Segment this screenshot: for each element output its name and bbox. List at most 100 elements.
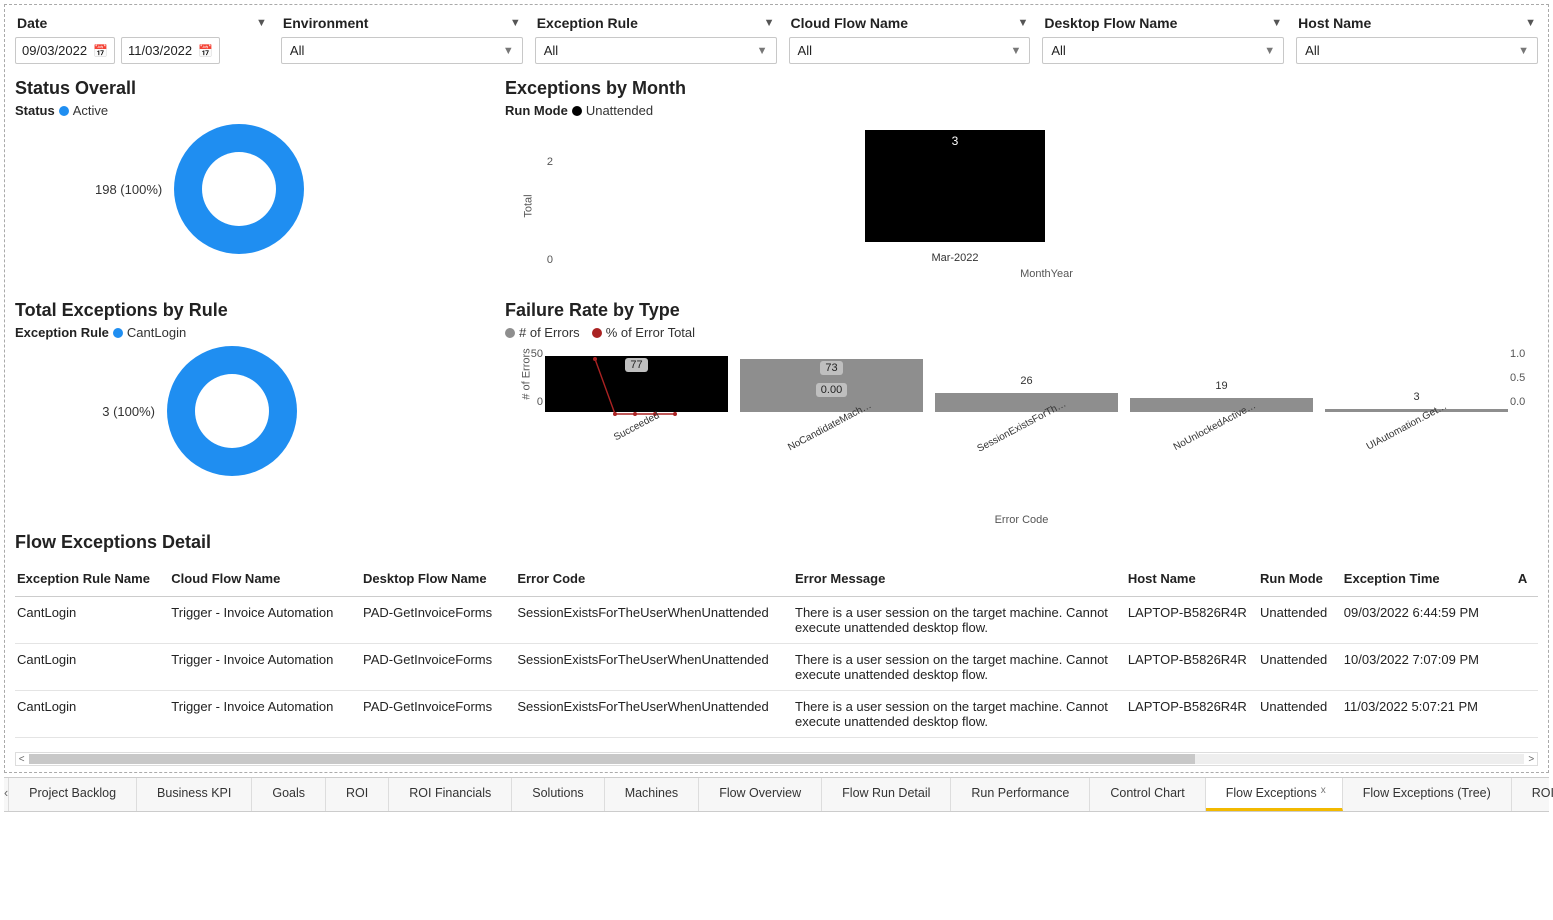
scroll-right-icon[interactable]: > xyxy=(1526,754,1537,765)
tab-roi-financials[interactable]: ROI Financials xyxy=(389,778,512,811)
tab-run-performance[interactable]: Run Performance xyxy=(951,778,1090,811)
month-bar-value: 3 xyxy=(952,134,959,148)
exceptions-by-month-chart[interactable]: Total 2 0 3 Mar-2022 MonthYear xyxy=(535,126,1538,286)
total-exceptions-chart[interactable]: 3 (100%) xyxy=(15,346,495,476)
filter-desktop-flow: Desktop Flow Name ▼ All ▼ xyxy=(1042,11,1284,64)
filter-desktop-flow-header[interactable]: Desktop Flow Name ▼ xyxy=(1042,11,1284,37)
col-run-mode[interactable]: Run Mode xyxy=(1258,563,1342,597)
table-row[interactable]: CantLoginTrigger - Invoice AutomationPAD… xyxy=(15,597,1538,644)
desktop-flow-dropdown[interactable]: All ▼ xyxy=(1042,37,1284,64)
scroll-left-icon[interactable]: < xyxy=(16,754,27,765)
chevron-down-icon: ▼ xyxy=(764,17,775,29)
bar-value: 19 xyxy=(1215,380,1227,392)
tab-flow-exceptions[interactable]: Flow Exceptionsx xyxy=(1206,778,1343,811)
failure-bar[interactable]: 3 xyxy=(1325,409,1508,412)
legend-value: Active xyxy=(73,103,108,118)
month-bar-cat: Mar-2022 xyxy=(865,252,1045,264)
y-left-ticks: 50 0 xyxy=(519,348,543,408)
date-end-input[interactable]: 11/03/2022 📅 xyxy=(121,37,220,64)
col-error-message[interactable]: Error Message xyxy=(793,563,1126,597)
calendar-icon: 📅 xyxy=(198,44,213,58)
donut-icon xyxy=(167,346,297,476)
detail-table[interactable]: Exception Rule Name Cloud Flow Name Desk… xyxy=(15,563,1538,766)
table-row[interactable]: CantLoginTrigger - Invoice AutomationPAD… xyxy=(15,644,1538,691)
filter-exception-rule-header[interactable]: Exception Rule ▼ xyxy=(535,11,777,37)
status-overall-chart[interactable]: 198 (100%) xyxy=(15,124,495,254)
tab-flow-run-detail[interactable]: Flow Run Detail xyxy=(822,778,951,811)
failure-rate-chart[interactable]: # of Errors 50 0 1.0 0.5 0.0 77730.00261… xyxy=(505,348,1538,518)
date-start-value: 09/03/2022 xyxy=(22,43,87,58)
tab-project-backlog[interactable]: Project Backlog xyxy=(9,778,137,811)
filter-cloud-flow-header[interactable]: Cloud Flow Name ▼ xyxy=(789,11,1031,37)
y-tick: 0 xyxy=(535,254,553,266)
chevron-down-icon: ▼ xyxy=(256,17,267,29)
tab-solutions[interactable]: Solutions xyxy=(512,778,604,811)
failure-rate-title: Failure Rate by Type xyxy=(505,300,1538,321)
col-desktop-flow[interactable]: Desktop Flow Name xyxy=(361,563,515,597)
desktop-flow-value: All xyxy=(1051,43,1065,58)
month-bar[interactable]: 3 xyxy=(865,130,1045,242)
filter-environment-header[interactable]: Environment ▼ xyxy=(281,11,523,37)
scrollbar-track[interactable] xyxy=(29,754,1523,764)
total-exceptions-title: Total Exceptions by Rule xyxy=(15,300,495,321)
cell-desk: PAD-GetInvoiceForms xyxy=(361,644,515,691)
y-tick: 0 xyxy=(519,396,543,408)
filter-date-header[interactable]: Date ▼ xyxy=(15,11,269,37)
chevron-down-icon: ▼ xyxy=(1264,45,1275,57)
legend2: % of Error Total xyxy=(606,325,695,340)
x-axis-title: Error Code xyxy=(505,514,1538,526)
tab-flow-overview[interactable]: Flow Overview xyxy=(699,778,822,811)
y-tick: 2 xyxy=(535,156,553,168)
environment-dropdown[interactable]: All ▼ xyxy=(281,37,523,64)
filter-date-label: Date xyxy=(17,15,47,31)
col-a[interactable]: A xyxy=(1516,563,1538,597)
y-ticks: 2 0 xyxy=(535,126,553,266)
cell-a xyxy=(1516,597,1538,644)
date-start-input[interactable]: 09/03/2022 📅 xyxy=(15,37,115,64)
close-icon[interactable]: x xyxy=(1321,785,1326,796)
horizontal-scrollbar[interactable]: < > xyxy=(15,752,1538,766)
filter-host-name-header[interactable]: Host Name ▼ xyxy=(1296,11,1538,37)
col-cloud-flow[interactable]: Cloud Flow Name xyxy=(169,563,361,597)
cell-desk: PAD-GetInvoiceForms xyxy=(361,597,515,644)
cloud-flow-value: All xyxy=(798,43,812,58)
filter-environment-label: Environment xyxy=(283,15,369,31)
col-host-name[interactable]: Host Name xyxy=(1126,563,1258,597)
chevron-down-icon: ▼ xyxy=(1271,17,1282,29)
cloud-flow-dropdown[interactable]: All ▼ xyxy=(789,37,1031,64)
y-axis-label: Total xyxy=(523,194,535,217)
total-exceptions-label: 3 (100%) xyxy=(95,404,155,419)
host-name-dropdown[interactable]: All ▼ xyxy=(1296,37,1538,64)
chevron-down-icon: ▼ xyxy=(503,45,514,57)
col-error-code[interactable]: Error Code xyxy=(515,563,793,597)
failure-bar[interactable]: 19 xyxy=(1130,398,1313,412)
scrollbar-thumb[interactable] xyxy=(29,754,1194,764)
filter-cloud-flow-label: Cloud Flow Name xyxy=(791,15,908,31)
bar-value: 73 xyxy=(820,361,842,375)
tab-roi[interactable]: ROI xyxy=(326,778,389,811)
chevron-down-icon: ▼ xyxy=(1010,45,1021,57)
bar-sub-value: 0.00 xyxy=(816,383,847,397)
failure-bar[interactable]: 77 xyxy=(545,356,728,412)
table-row[interactable]: CantLoginTrigger - Invoice AutomationPAD… xyxy=(15,691,1538,738)
legend-value: Unattended xyxy=(586,103,653,118)
col-exception-time[interactable]: Exception Time xyxy=(1342,563,1516,597)
tab-control-chart[interactable]: Control Chart xyxy=(1090,778,1205,811)
tab-machines[interactable]: Machines xyxy=(605,778,700,811)
col-exception-rule[interactable]: Exception Rule Name xyxy=(15,563,169,597)
tab-flow-exceptions-tree-[interactable]: Flow Exceptions (Tree) xyxy=(1343,778,1512,811)
cell-cloud: Trigger - Invoice Automation xyxy=(169,597,361,644)
tab-business-kpi[interactable]: Business KPI xyxy=(137,778,252,811)
date-end-value: 11/03/2022 xyxy=(128,43,192,58)
cell-msg: There is a user session on the target ma… xyxy=(793,691,1126,738)
chevron-down-icon: ▼ xyxy=(1017,17,1028,29)
detail-title: Flow Exceptions Detail xyxy=(15,532,1538,553)
report-canvas: Date ▼ 09/03/2022 📅 11/03/2022 📅 Environ… xyxy=(4,4,1549,773)
cell-code: SessionExistsForTheUserWhenUnattended xyxy=(515,597,793,644)
calendar-icon: 📅 xyxy=(93,44,108,58)
exception-rule-dropdown[interactable]: All ▼ xyxy=(535,37,777,64)
tab-goals[interactable]: Goals xyxy=(252,778,326,811)
chevron-down-icon: ▼ xyxy=(1525,17,1536,29)
legend-dot-icon xyxy=(113,328,123,338)
tab-roi-calculations[interactable]: ROI Calculations xyxy=(1512,778,1553,811)
